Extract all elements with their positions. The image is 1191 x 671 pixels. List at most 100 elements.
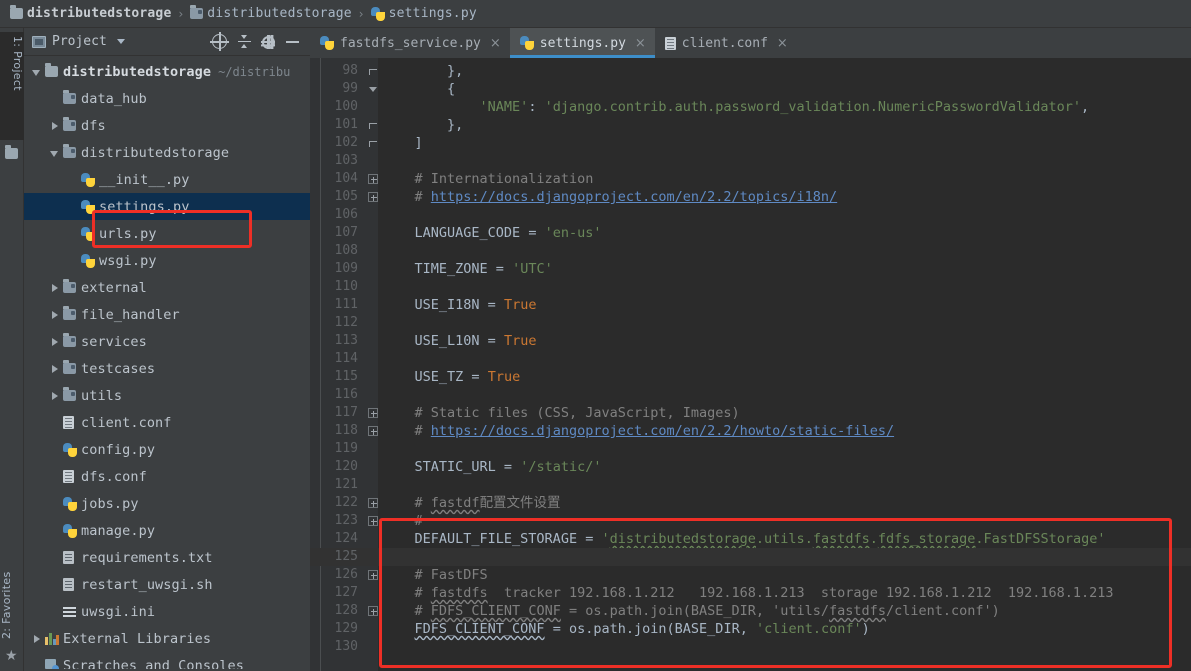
line-number[interactable]: 120 (310, 458, 358, 476)
expand-right-icon[interactable] (48, 389, 62, 403)
code-line-114[interactable]: 114 (310, 350, 1191, 368)
code-line-126[interactable]: 126 # FastDFS (310, 566, 1191, 584)
code-line-115[interactable]: 115 USE_TZ = True (310, 368, 1191, 386)
code-line-107[interactable]: 107 LANGUAGE_CODE = 'en-us' (310, 224, 1191, 242)
breadcrumb-item-project[interactable]: distributedstorage (8, 5, 173, 21)
code-line-113[interactable]: 113 USE_L10N = True (310, 332, 1191, 350)
line-number[interactable]: 105 (310, 188, 358, 206)
locate-icon[interactable] (210, 32, 229, 51)
code-line-121[interactable]: 121 (310, 476, 1191, 494)
code-line-120[interactable]: 120 STATIC_URL = '/static/' (310, 458, 1191, 476)
code-line-130[interactable]: 130 (310, 638, 1191, 656)
code-editor[interactable]: 98 }, 99 {100 'NAME': 'django.contrib.aut… (310, 58, 1191, 671)
collapse-all-icon[interactable] (237, 34, 252, 49)
fold-marker-icon[interactable] (368, 498, 378, 508)
line-number[interactable]: 102 (310, 134, 358, 152)
line-number[interactable]: 119 (310, 440, 358, 458)
fold-marker-icon[interactable] (368, 516, 378, 526)
tree-item-dfs-conf[interactable]: dfs.conf (24, 463, 310, 490)
close-icon[interactable]: × (777, 37, 788, 50)
code-line-116[interactable]: 116 (310, 386, 1191, 404)
code-line-111[interactable]: 111 USE_I18N = True (310, 296, 1191, 314)
code-line-119[interactable]: 119 (310, 440, 1191, 458)
code-line-112[interactable]: 112 (310, 314, 1191, 332)
line-number[interactable]: 116 (310, 386, 358, 404)
expand-right-icon[interactable] (48, 335, 62, 349)
line-number[interactable]: 114 (310, 350, 358, 368)
line-number[interactable]: 111 (310, 296, 358, 314)
code-line-117[interactable]: 117 # Static files (CSS, JavaScript, Ima… (310, 404, 1191, 422)
expand-right-icon[interactable] (48, 119, 62, 133)
line-number[interactable]: 109 (310, 260, 358, 278)
chevron-down-icon[interactable] (116, 39, 125, 44)
line-number[interactable]: 118 (310, 422, 358, 440)
breadcrumb-item-package[interactable]: distributedstorage (188, 5, 353, 21)
tree-item-testcases[interactable]: testcases (24, 355, 310, 382)
editor-tab-client-conf[interactable]: client.conf × (655, 28, 797, 58)
tree-item-external-libraries[interactable]: External Libraries (24, 625, 310, 652)
fold-marker-icon[interactable] (368, 192, 378, 202)
line-number[interactable]: 113 (310, 332, 358, 350)
editor-tab-fastdfs-service-py[interactable]: fastdfs_service.py × (310, 28, 510, 58)
code-line-129[interactable]: 129 FDFS_CLIENT_CONF = os.path.join(BASE… (310, 620, 1191, 638)
tree-item-init-py[interactable]: __init__.py (24, 166, 310, 193)
line-number[interactable]: 128 (310, 602, 358, 620)
tree-item-external[interactable]: external (24, 274, 310, 301)
tree-item-client-conf[interactable]: client.conf (24, 409, 310, 436)
expand-right-icon[interactable] (48, 308, 62, 322)
fold-marker-icon[interactable] (368, 426, 378, 436)
tree-item-uwsgi-ini[interactable]: uwsgi.ini (24, 598, 310, 625)
tool-tab-project[interactable]: 1: Project (0, 32, 24, 140)
tree-item-dfs[interactable]: dfs (24, 112, 310, 139)
line-number[interactable]: 98 (310, 62, 358, 80)
editor-tab-bar[interactable]: fastdfs_service.py × settings.py × client.co… (310, 28, 1191, 58)
code-line-100[interactable]: 100 'NAME': 'django.contrib.auth.passwor… (310, 98, 1191, 116)
tool-tab-favorites[interactable]: 2: Favorites (0, 533, 24, 643)
code-line-118[interactable]: 118 # https://docs.djangoproject.com/en/… (310, 422, 1191, 440)
tree-item-restart-uwsgi-sh[interactable]: restart_uwsgi.sh (24, 571, 310, 598)
close-icon[interactable]: × (490, 37, 501, 50)
line-number[interactable]: 99 (310, 80, 358, 98)
code-line-125[interactable]: 125 (310, 548, 1191, 566)
tree-item-distributedstorage[interactable]: distributedstorage (24, 139, 310, 166)
code-line-108[interactable]: 108 (310, 242, 1191, 260)
tree-item-requirements-txt[interactable]: requirements.txt (24, 544, 310, 571)
expand-right-icon[interactable] (48, 281, 62, 295)
code-line-127[interactable]: 127 # fastdfs tracker 192.168.1.212 192.… (310, 584, 1191, 602)
code-lines[interactable]: 98 }, 99 {100 'NAME': 'django.contrib.aut… (310, 58, 1191, 656)
code-line-105[interactable]: 105 # https://docs.djangoproject.com/en/… (310, 188, 1191, 206)
line-number[interactable]: 115 (310, 368, 358, 386)
line-number[interactable]: 117 (310, 404, 358, 422)
breadcrumb-item-file[interactable]: settings.py (369, 6, 479, 21)
line-number[interactable]: 125 (310, 548, 358, 566)
line-number[interactable]: 100 (310, 98, 358, 116)
code-line-128[interactable]: 128 # FDFS_CLIENT_CONF = os.path.join(BA… (310, 602, 1191, 620)
fold-marker-icon[interactable] (368, 84, 378, 94)
code-line-101[interactable]: 101 }, (310, 116, 1191, 134)
code-line-123[interactable]: 123 # (310, 512, 1191, 530)
tree-item-services[interactable]: services (24, 328, 310, 355)
tree-item-jobs-py[interactable]: jobs.py (24, 490, 310, 517)
tree-item-settings-py[interactable]: settings.py (24, 193, 310, 220)
tree-item-urls-py[interactable]: urls.py (24, 220, 310, 247)
line-number[interactable]: 121 (310, 476, 358, 494)
code-line-109[interactable]: 109 TIME_ZONE = 'UTC' (310, 260, 1191, 278)
line-number[interactable]: 108 (310, 242, 358, 260)
line-number[interactable]: 122 (310, 494, 358, 512)
line-number[interactable]: 104 (310, 170, 358, 188)
code-line-98[interactable]: 98 }, (310, 62, 1191, 80)
fold-marker-icon[interactable] (368, 174, 378, 184)
line-number[interactable]: 106 (310, 206, 358, 224)
line-number[interactable]: 124 (310, 530, 358, 548)
code-line-104[interactable]: 104 # Internationalization (310, 170, 1191, 188)
code-line-122[interactable]: 122 # fastdf配置文件设置 (310, 494, 1191, 512)
line-number[interactable]: 127 (310, 584, 358, 602)
code-line-102[interactable]: 102 ] (310, 134, 1191, 152)
tree-item-scratches-and-consoles[interactable]: Scratches and Consoles (24, 652, 310, 669)
project-tree[interactable]: distributedstorage ~/distribu data_hub dfs d… (24, 56, 310, 669)
tree-item-config-py[interactable]: config.py (24, 436, 310, 463)
tree-item-data-hub[interactable]: data_hub (24, 85, 310, 112)
expand-down-icon[interactable] (48, 146, 62, 160)
line-number[interactable]: 103 (310, 152, 358, 170)
expand-right-icon[interactable] (30, 632, 44, 646)
